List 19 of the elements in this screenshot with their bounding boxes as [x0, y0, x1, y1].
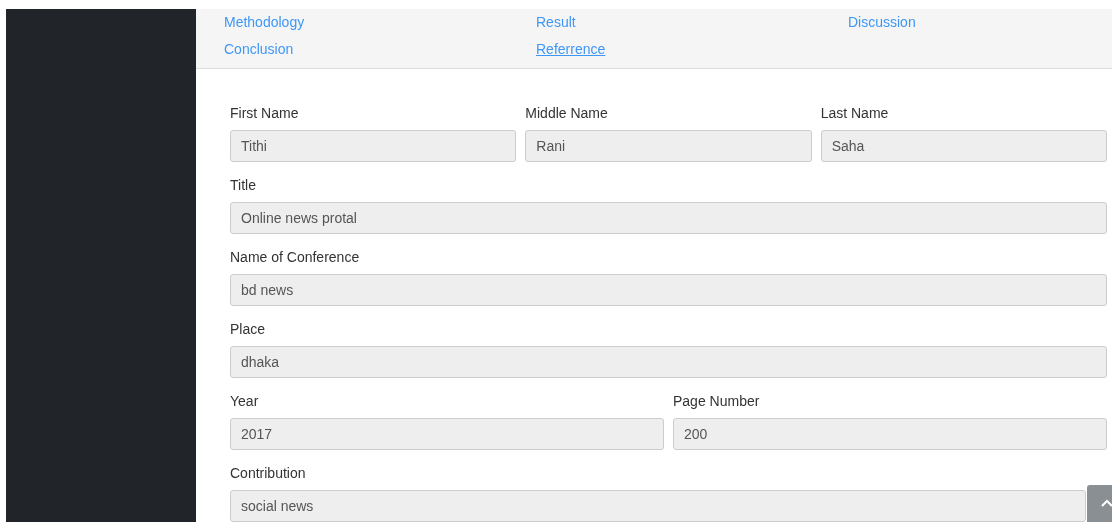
caret-up-icon: [1101, 499, 1112, 507]
field-label: Year: [230, 392, 259, 411]
input-field[interactable]: social news: [230, 490, 1086, 522]
field-label: Title: [230, 176, 256, 195]
field-label: Name of Conference: [230, 248, 360, 267]
input-field[interactable]: Tithi: [230, 130, 517, 162]
input-field[interactable]: bd news: [230, 274, 1107, 306]
field-label: Middle Name: [525, 104, 608, 123]
input-field[interactable]: dhaka: [230, 346, 1107, 378]
field-label: First Name: [230, 104, 299, 123]
input-field[interactable]: 2017: [230, 418, 664, 450]
field-label: Page Number: [673, 392, 760, 411]
field-label: Contribution: [230, 464, 306, 483]
field-label: Place: [230, 320, 266, 339]
input-field[interactable]: Rani: [525, 130, 812, 162]
input-field[interactable]: Saha: [820, 130, 1107, 162]
field-label: Last Name: [820, 104, 889, 123]
input-field[interactable]: Online news protal: [230, 202, 1107, 234]
input-field[interactable]: 200: [673, 418, 1107, 450]
